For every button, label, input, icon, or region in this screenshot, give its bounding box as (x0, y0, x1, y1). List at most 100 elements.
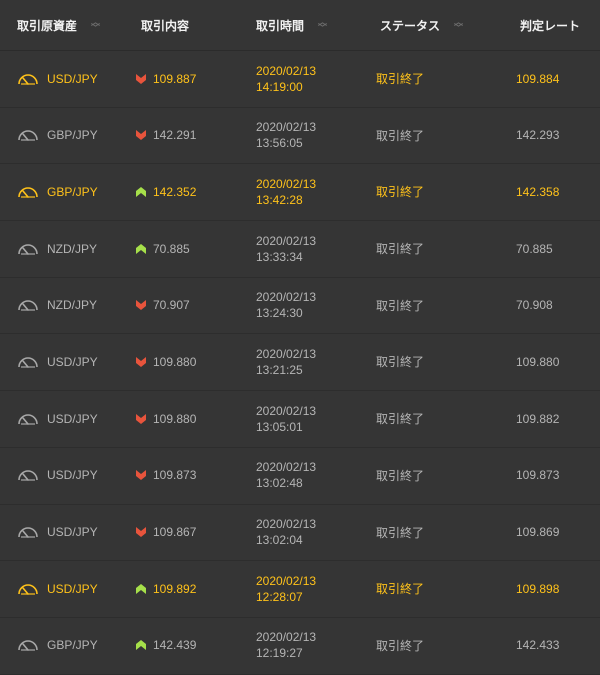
time-cell: 2020/02/13 13:56:05 (256, 108, 316, 163)
arrow-down-icon (136, 356, 146, 367)
gauge-icon (18, 357, 38, 368)
content-cell: 109.892 (136, 561, 196, 616)
content-cell: 109.880 (136, 334, 196, 389)
status-text: 取引終了 (376, 128, 425, 143)
asset-cell: NZD/JPY (17, 278, 97, 333)
asset-name: NZD/JPY (47, 241, 98, 256)
trade-time: 13:33:34 (256, 249, 303, 264)
status-cell: 取引終了 (376, 561, 424, 616)
column-header-rate-label: 判定レート (520, 18, 581, 33)
arrow-down-icon (136, 470, 146, 481)
table-body: USD/JPY 109.887 2020/02/13 14:19:00 取引終了… (0, 51, 600, 675)
trade-date: 2020/02/13 (256, 346, 317, 361)
table-row[interactable]: USD/JPY 109.873 2020/02/13 13:02:48 取引終了… (0, 448, 600, 505)
column-header-rate: 判定レート (520, 0, 580, 50)
content-cell: 142.352 (136, 164, 196, 219)
column-header-asset[interactable]: 取引原資産 ︿ ﹀ (17, 0, 100, 50)
gauge-icon (18, 73, 38, 85)
time-cell: 2020/02/13 13:33:34 (256, 221, 316, 276)
table-row[interactable]: USD/JPY 109.880 2020/02/13 13:05:01 取引終了… (0, 391, 600, 448)
asset-cell: USD/JPY (17, 334, 98, 389)
table-row[interactable]: USD/JPY 109.887 2020/02/13 14:19:00 取引終了… (0, 51, 600, 108)
entry-price: 70.885 (153, 241, 190, 256)
status-text: 取引終了 (376, 298, 425, 313)
asset-name: USD/JPY (47, 468, 98, 483)
trade-date: 2020/02/13 (256, 517, 317, 531)
table-row[interactable]: USD/JPY 109.892 2020/02/13 12:28:07 取引終了… (0, 561, 600, 618)
rate-cell: 109.880 (516, 334, 559, 389)
status-cell: 取引終了 (376, 505, 424, 560)
arrow-down-icon (136, 413, 146, 424)
time-cell: 2020/02/13 13:02:04 (256, 505, 316, 560)
asset-name: USD/JPY (47, 71, 98, 86)
asset-cell: USD/JPY (17, 561, 98, 616)
asset-cell: NZD/JPY (17, 221, 97, 276)
asset-name: USD/JPY (47, 411, 98, 426)
asset-name: USD/JPY (47, 354, 98, 369)
trade-time: 13:02:04 (256, 533, 303, 547)
status-cell: 取引終了 (376, 164, 424, 219)
status-cell: 取引終了 (376, 221, 424, 276)
time-cell: 2020/02/13 14:19:00 (256, 51, 316, 106)
trade-date: 2020/02/13 (256, 176, 317, 191)
trade-date: 2020/02/13 (256, 233, 317, 248)
trade-date: 2020/02/13 (256, 403, 317, 418)
table-row[interactable]: GBP/JPY 142.352 2020/02/13 13:42:28 取引終了… (0, 164, 600, 222)
content-cell: 109.867 (136, 505, 196, 560)
status-text: 取引終了 (376, 582, 425, 597)
trade-date: 2020/02/13 (256, 63, 317, 78)
status-cell: 取引終了 (376, 51, 424, 106)
status-cell: 取引終了 (376, 618, 424, 673)
column-header-content: 取引内容 (141, 0, 189, 50)
column-header-time-label: 取引時間 (256, 18, 305, 33)
table-row[interactable]: NZD/JPY 70.907 2020/02/13 13:24:30 取引終了 … (0, 278, 600, 335)
status-text: 取引終了 (376, 525, 425, 540)
column-header-asset-label: 取引原資産 (17, 18, 78, 33)
judgement-rate: 109.869 (516, 525, 560, 539)
status-cell: 取引終了 (376, 108, 424, 163)
entry-price: 109.873 (153, 468, 197, 483)
rate-cell: 109.873 (516, 448, 559, 503)
trade-time: 14:19:00 (256, 79, 303, 94)
status-cell: 取引終了 (376, 278, 424, 333)
sort-icon[interactable]: ︿ ﹀ (454, 18, 463, 33)
rate-cell: 109.884 (516, 51, 559, 106)
status-text: 取引終了 (376, 638, 425, 653)
table-row[interactable]: GBP/JPY 142.291 2020/02/13 13:56:05 取引終了… (0, 108, 600, 165)
gauge-icon (18, 187, 38, 198)
entry-price: 109.880 (153, 411, 197, 426)
gauge-icon (18, 300, 38, 312)
status-text: 取引終了 (376, 412, 425, 427)
judgement-rate: 70.908 (516, 298, 553, 313)
content-cell: 109.880 (136, 391, 196, 446)
rate-cell: 109.869 (516, 505, 559, 560)
asset-cell: USD/JPY (17, 448, 98, 503)
judgement-rate: 109.873 (516, 468, 560, 483)
asset-name: GBP/JPY (47, 128, 98, 143)
sort-icon[interactable]: ︿ ﹀ (91, 18, 100, 33)
arrow-down-icon (136, 527, 146, 537)
time-cell: 2020/02/13 13:05:01 (256, 391, 316, 446)
table-row[interactable]: NZD/JPY 70.885 2020/02/13 13:33:34 取引終了 … (0, 221, 600, 278)
table-row[interactable]: GBP/JPY 142.439 2020/02/13 12:19:27 取引終了… (0, 618, 600, 675)
asset-cell: USD/JPY (17, 391, 98, 446)
asset-name: USD/JPY (47, 581, 98, 596)
table-row[interactable]: USD/JPY 109.880 2020/02/13 13:21:25 取引終了… (0, 334, 600, 392)
column-header-status[interactable]: ステータス ︿ ﹀ (380, 0, 463, 50)
trade-time: 13:24:30 (256, 306, 303, 321)
entry-price: 109.892 (153, 581, 197, 596)
sort-icon[interactable]: ︿ ﹀ (318, 18, 327, 33)
asset-cell: GBP/JPY (17, 108, 98, 163)
trade-date: 2020/02/13 (256, 120, 317, 135)
asset-name: GBP/JPY (47, 184, 98, 199)
judgement-rate: 109.898 (516, 581, 560, 596)
asset-cell: GBP/JPY (17, 618, 98, 673)
table-row[interactable]: USD/JPY 109.867 2020/02/13 13:02:04 取引終了… (0, 505, 600, 562)
arrow-down-icon (136, 73, 146, 84)
content-cell: 142.439 (136, 618, 196, 673)
status-cell: 取引終了 (376, 334, 424, 389)
asset-cell: USD/JPY (17, 505, 98, 560)
status-text: 取引終了 (376, 185, 425, 200)
entry-price: 70.907 (153, 298, 190, 313)
arrow-up-icon (136, 640, 146, 651)
